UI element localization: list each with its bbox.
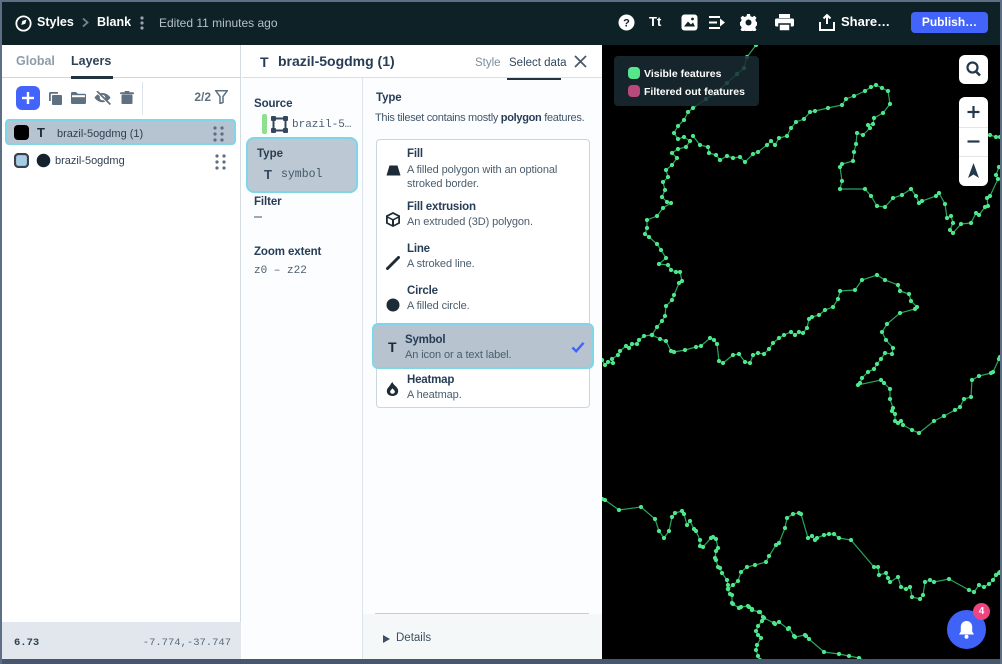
svg-text:?: ?: [623, 18, 630, 30]
